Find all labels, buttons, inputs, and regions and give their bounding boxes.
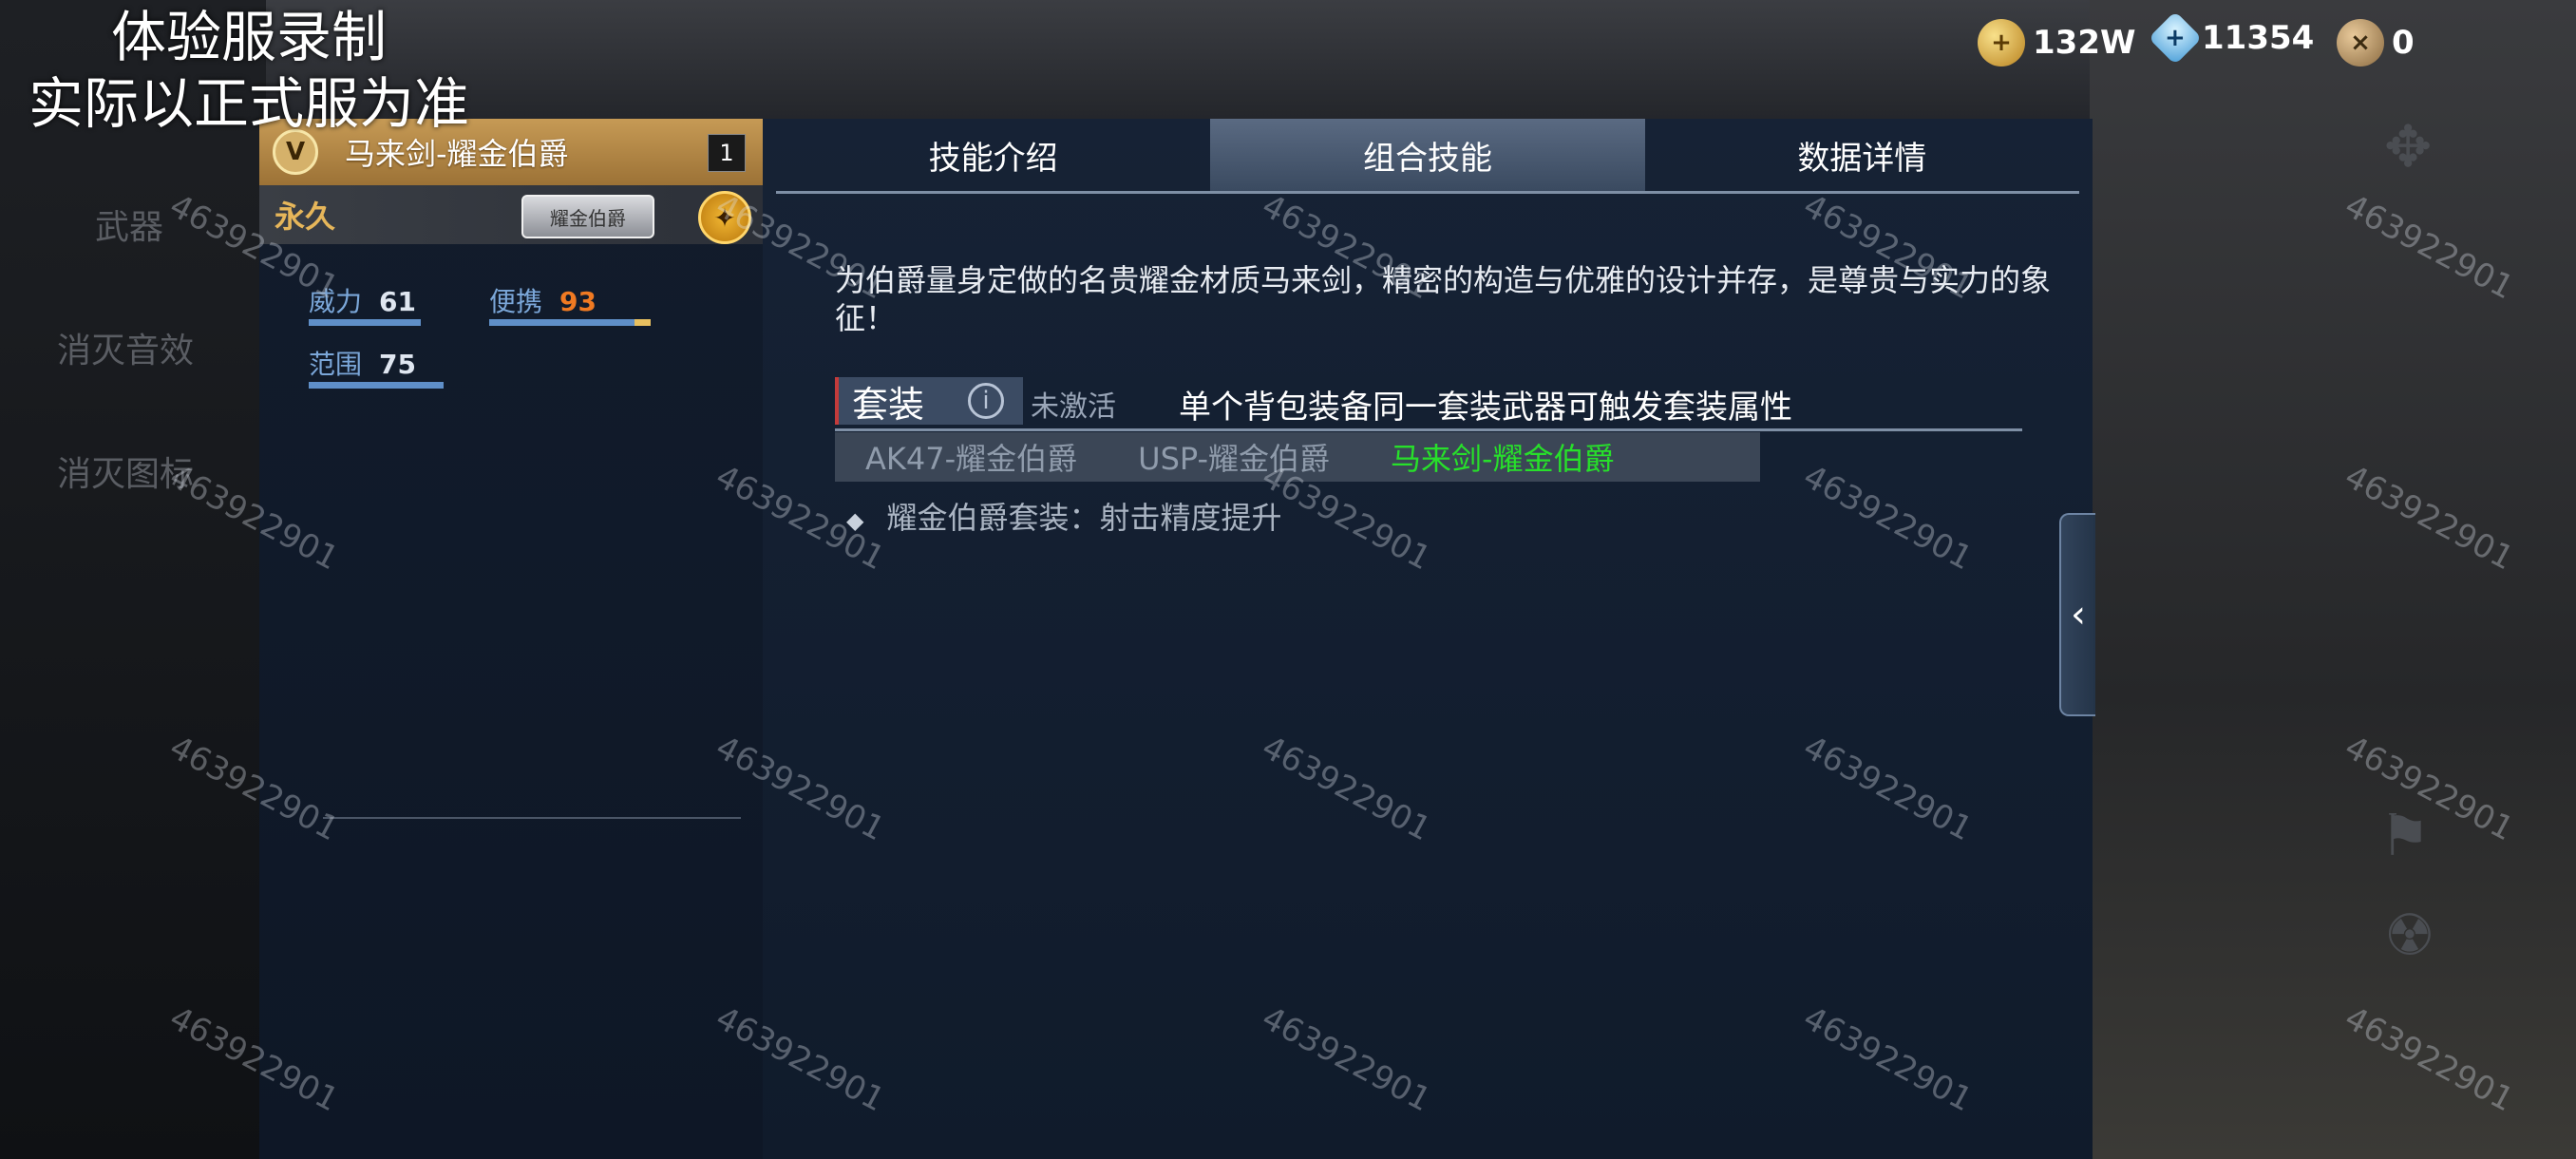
background-left bbox=[0, 0, 266, 1159]
currency-diamond-value: 11354 bbox=[2202, 19, 2315, 57]
currency-gold[interactable]: + 132W bbox=[1978, 19, 2135, 66]
set-item-usp[interactable]: USP-耀金伯爵 bbox=[1108, 435, 1360, 479]
stat-power-bar bbox=[309, 319, 421, 326]
currency-token[interactable]: × 0 bbox=[2337, 19, 2415, 66]
set-title-text: 套装 bbox=[852, 383, 925, 426]
set-rule-text: 单个背包装备同一套装武器可触发套装属性 bbox=[1179, 389, 1792, 427]
set-bonus: ◆ 耀金伯爵套装：射击精度提升 bbox=[846, 494, 1281, 538]
chevron-left-icon: ‹ bbox=[2071, 593, 2086, 636]
stat-portability: 便携 93 bbox=[489, 281, 597, 319]
duration-label: 永久 bbox=[275, 199, 336, 235]
set-status: 未激活 bbox=[1031, 390, 1116, 424]
token-icon: × bbox=[2337, 19, 2384, 66]
bg-menu-kill-sound: 消灭音效 bbox=[57, 332, 195, 370]
stat-range-label: 范围 bbox=[309, 349, 363, 380]
stat-range-bar bbox=[309, 382, 444, 389]
background-top bbox=[266, 0, 2090, 124]
bg-gear-icon: ✥ bbox=[2384, 114, 2433, 180]
weapon-count: 1 bbox=[708, 134, 746, 172]
stat-range-value: 75 bbox=[379, 349, 416, 380]
info-icon[interactable]: i bbox=[968, 383, 1004, 419]
weapon-description: 为伯爵量身定做的名贵耀金材质马来剑，精密的构造与优雅的设计并存，是尊贵与实力的象… bbox=[835, 262, 2052, 336]
bg-menu-weapon: 武器 bbox=[95, 208, 164, 247]
weapon-subheader: 永久 耀金伯爵 ✦ bbox=[259, 185, 763, 244]
currency-gold-value: 132W bbox=[2033, 24, 2136, 62]
stat-portability-value: 93 bbox=[559, 286, 597, 317]
tab-data-details[interactable]: 数据详情 bbox=[1645, 119, 2079, 191]
gold-coin-icon: + bbox=[1978, 19, 2025, 66]
stat-portability-label: 便携 bbox=[489, 286, 543, 317]
set-bonus-text: 耀金伯爵套装：射击精度提升 bbox=[886, 500, 1282, 536]
currency-diamond[interactable]: + 11354 bbox=[2148, 10, 2315, 66]
bg-wolf-icon: ⚑ bbox=[2379, 803, 2431, 869]
set-item-malay-sword[interactable]: 马来剑-耀金伯爵 bbox=[1360, 435, 1645, 479]
recording-notice-line2: 实际以正式服为准 bbox=[28, 71, 470, 136]
tier-badge: 耀金伯爵 bbox=[521, 195, 654, 238]
recording-notice: 体验服录制 实际以正式服为准 bbox=[28, 4, 469, 137]
recording-notice-line1: 体验服录制 bbox=[111, 5, 388, 69]
stat-range: 范围 75 bbox=[309, 344, 416, 382]
currency-token-value: 0 bbox=[2392, 24, 2415, 62]
stat-power-value: 61 bbox=[379, 286, 416, 317]
set-item-ak47[interactable]: AK47-耀金伯爵 bbox=[835, 435, 1108, 479]
collapse-panel-tab[interactable]: ‹ bbox=[2059, 513, 2095, 716]
tab-combo-skill[interactable]: 组合技能 bbox=[1210, 119, 1645, 191]
set-section-header: 套装 i 未激活 单个背包装备同一套装武器可触发套装属性 bbox=[835, 377, 2022, 431]
tab-bar: 技能介绍 组合技能 数据详情 bbox=[776, 119, 2079, 194]
panel-divider bbox=[323, 817, 741, 819]
diamond-icon: + bbox=[2148, 10, 2203, 66]
stat-portability-bar bbox=[489, 319, 651, 326]
bg-radiation-icon: ☢ bbox=[2384, 902, 2435, 969]
background-right bbox=[2090, 0, 2576, 1159]
tab-skill-intro[interactable]: 技能介绍 bbox=[776, 119, 1210, 191]
